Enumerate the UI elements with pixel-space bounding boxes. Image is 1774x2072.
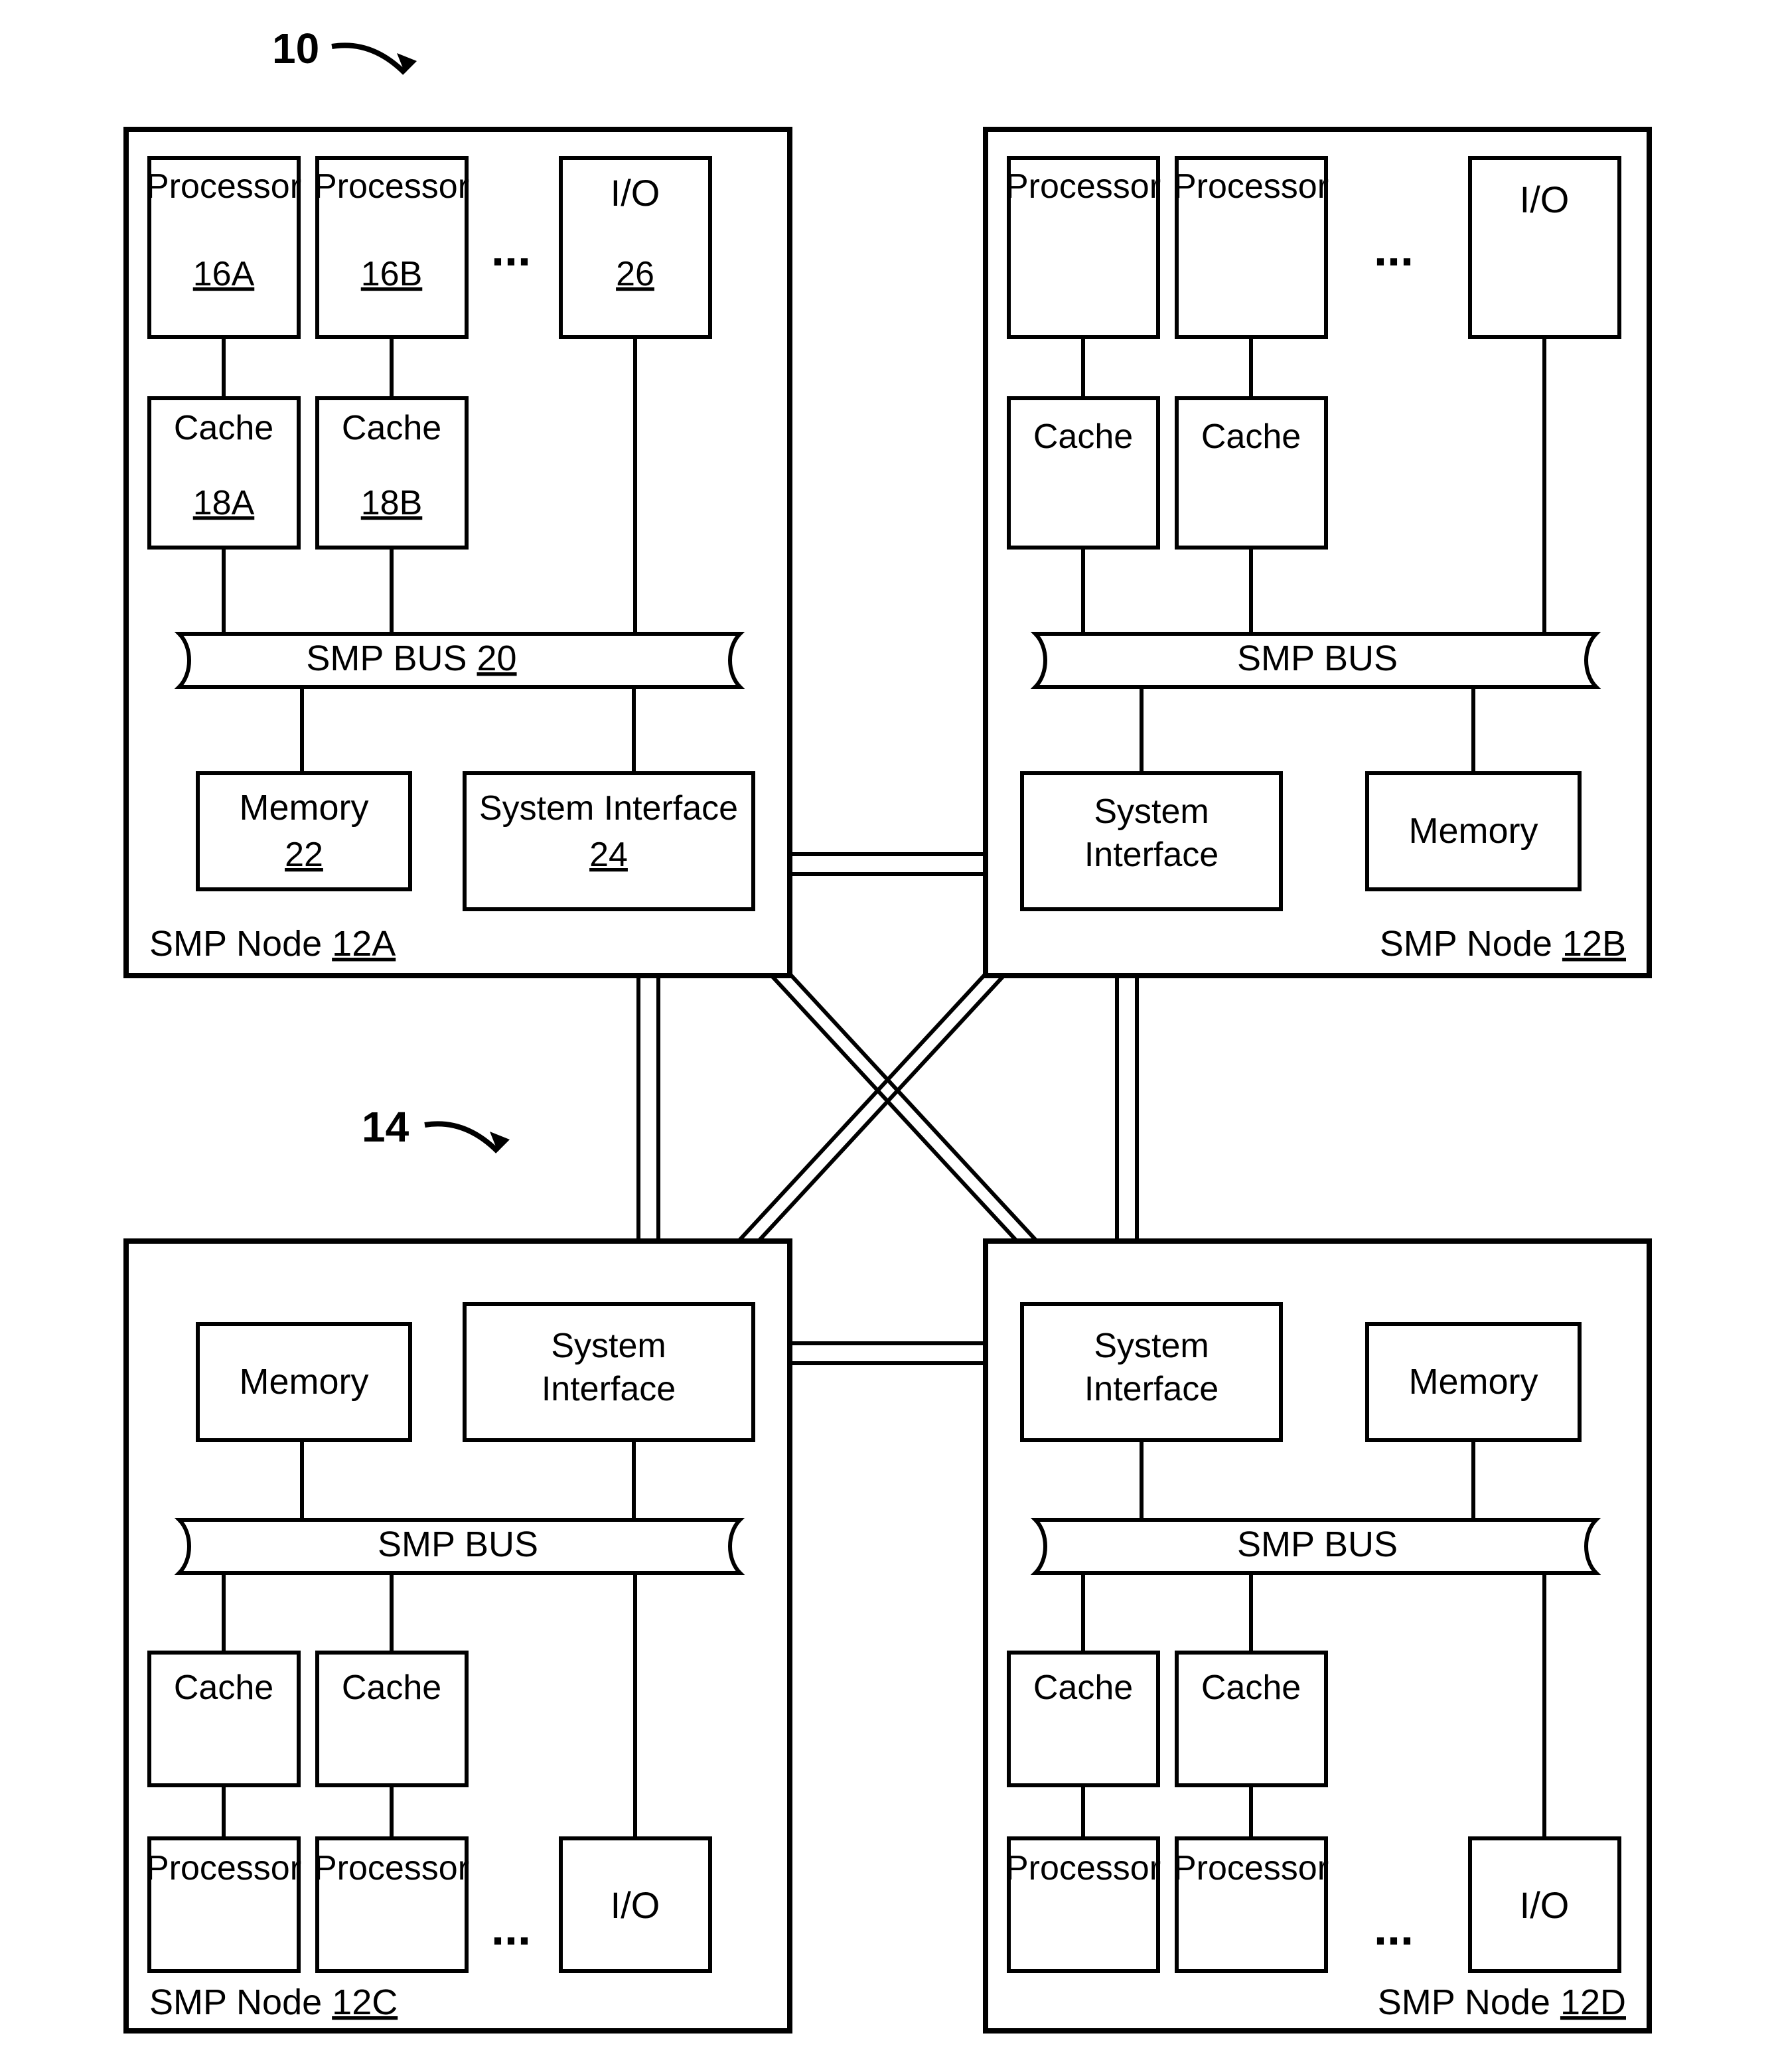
io-a-ref: 26	[616, 255, 654, 293]
memory-c-label: Memory	[239, 1362, 368, 1402]
smp-node-d: System Interface Memory SMP BUS Cache Ca…	[986, 1241, 1649, 2031]
smp-bus-c-label: SMP BUS	[378, 1524, 538, 1564]
cache-a1-ref: 18A	[193, 484, 255, 522]
processor-d2-label: Processor	[1173, 1849, 1329, 1887]
processor-a2-ref: 16B	[361, 255, 423, 293]
smp-bus-d-label: SMP BUS	[1237, 1524, 1398, 1564]
processor-a2-label: Processor	[314, 167, 469, 206]
sysif-a-label: System Interface	[479, 789, 738, 828]
cache-d2-label: Cache	[1201, 1668, 1301, 1707]
io-c-label: I/O	[611, 1884, 660, 1926]
sysif-c-label2: Interface	[542, 1370, 676, 1408]
node-a-label: SMP Node 12A	[149, 924, 396, 964]
processor-d1-label: Processor	[1005, 1849, 1161, 1887]
io-a-label: I/O	[611, 172, 660, 214]
smp-bus-b-label: SMP BUS	[1237, 638, 1398, 678]
sysif-b-label1: System	[1094, 792, 1209, 831]
sysif-c-label1: System	[551, 1327, 666, 1365]
node-c-label: SMP Node 12C	[149, 1982, 398, 2022]
interconnect-ref: 14	[362, 1103, 409, 1151]
smp-node-a: Processor 16A Processor 16B ... I/O 26 C…	[126, 129, 790, 976]
processor-a1-label: Processor	[146, 167, 301, 206]
ellipsis-a-top: ...	[491, 223, 531, 276]
memory-a-ref: 22	[285, 836, 323, 874]
cache-a2-ref: 18B	[361, 484, 423, 522]
ellipsis-b-top: ...	[1374, 223, 1414, 276]
smp-bus-a-label: SMP BUS 20	[306, 638, 516, 678]
processor-b2-label: Processor	[1173, 167, 1329, 206]
node-b-label: SMP Node 12B	[1380, 924, 1626, 964]
processor-c1-label: Processor	[146, 1849, 301, 1887]
memory-d-label: Memory	[1408, 1362, 1538, 1402]
sysif-d-label1: System	[1094, 1327, 1209, 1365]
interconnect-ref-arrow	[425, 1124, 498, 1151]
ellipsis-d: ...	[1374, 1902, 1414, 1955]
memory-b-label: Memory	[1408, 811, 1538, 851]
sysif-b-label2: Interface	[1084, 836, 1219, 874]
sysif-a-ref: 24	[589, 836, 628, 874]
node-d-label: SMP Node 12D	[1378, 1982, 1626, 2022]
sysif-d-label2: Interface	[1084, 1370, 1219, 1408]
cache-b2-label: Cache	[1201, 417, 1301, 456]
smp-node-c: Memory System Interface SMP BUS Cache Ca…	[126, 1241, 790, 2031]
processor-c2-label: Processor	[314, 1849, 469, 1887]
ellipsis-c: ...	[491, 1902, 531, 1955]
diagram-root: 10 14 Processor 16A Processor 16B ... I/…	[0, 0, 1774, 2072]
processor-a1-ref: 16A	[193, 255, 255, 293]
cache-c1-label: Cache	[174, 1668, 273, 1707]
cache-d1-label: Cache	[1033, 1668, 1133, 1707]
io-b-label: I/O	[1520, 179, 1570, 220]
cache-a1-label: Cache	[174, 409, 273, 447]
cache-b1-label: Cache	[1033, 417, 1133, 456]
processor-b1-label: Processor	[1005, 167, 1161, 206]
io-d-label: I/O	[1520, 1884, 1570, 1926]
smp-node-b: Processor Processor ... I/O Cache Cache …	[986, 129, 1649, 976]
figure-ref: 10	[272, 25, 319, 72]
figure-ref-arrow	[332, 45, 405, 73]
memory-a-label: Memory	[239, 788, 368, 828]
cache-a2-label: Cache	[342, 409, 441, 447]
cache-c2-label: Cache	[342, 1668, 441, 1707]
